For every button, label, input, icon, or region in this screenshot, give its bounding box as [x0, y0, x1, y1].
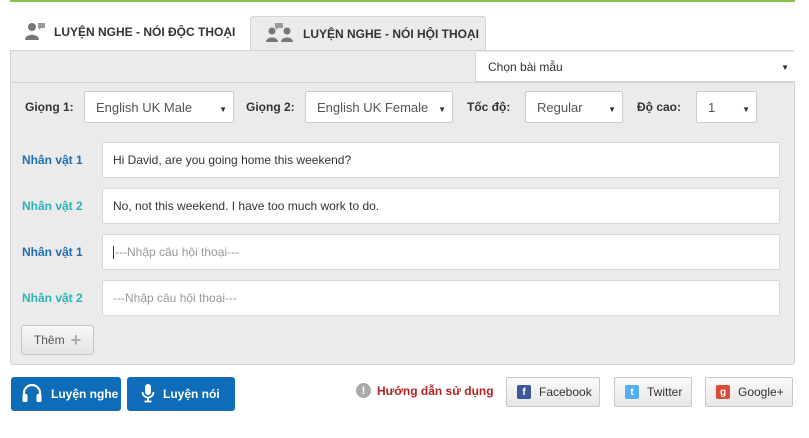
sample-lesson-select[interactable]: Chọn bài mẫu ▼ [475, 52, 795, 82]
voice1-select[interactable]: English UK Male ▼ [84, 91, 234, 123]
info-icon: ! [356, 383, 371, 398]
tab-dialogue-label: LUYỆN NGHE - NÓI HỘI THOẠI [303, 26, 480, 41]
voice2-label: Giọng 2: [246, 100, 295, 114]
dialogue-panel: Chọn bài mẫu ▼ Giọng 1: English UK Male … [10, 50, 795, 365]
dialogue-line-text: No, not this weekend. I have too much wo… [113, 199, 380, 213]
mode-tabs: LUYỆN NGHE - NÓI ĐỘC THOẠI LUYỆN NGHE - … [10, 14, 796, 50]
user-guide-label: Hướng dẫn sử dụng [377, 383, 494, 398]
tab-monologue[interactable]: LUYỆN NGHE - NÓI ĐỘC THOẠI [10, 14, 242, 50]
two-people-talking-icon [265, 22, 295, 45]
dialogue-line-input[interactable]: No, not this weekend. I have too much wo… [102, 188, 780, 224]
chevron-down-icon: ▼ [438, 105, 446, 114]
pitch-select[interactable]: 1 ▼ [696, 91, 757, 123]
voice2-value: English UK Female [317, 99, 429, 115]
add-line-button[interactable]: Thêm + [21, 325, 94, 355]
chevron-down-icon: ▼ [742, 105, 750, 114]
facebook-share-button[interactable]: f Facebook [506, 377, 600, 407]
twitter-label: Twitter [647, 385, 683, 399]
speak-practice-button[interactable]: Luyện nói [127, 377, 235, 411]
speaker-label: Nhân vật 2 [22, 291, 83, 305]
twitter-icon: t [625, 385, 639, 399]
headphones-icon [21, 383, 43, 406]
listen-practice-button[interactable]: Luyện nghe [11, 377, 121, 411]
chevron-down-icon: ▼ [781, 63, 789, 72]
dialogue-line-input[interactable]: ---Nhập câu hội thoại--- [102, 234, 780, 270]
speaker-label: Nhân vật 2 [22, 199, 83, 213]
add-line-label: Thêm [33, 333, 65, 347]
tab-dialogue[interactable]: LUYỆN NGHE - NÓI HỘI THOẠI [250, 16, 486, 50]
top-accent-line [10, 0, 795, 2]
dialogue-line-text: Hi David, are you going home this weeken… [113, 153, 352, 167]
speaker-label: Nhân vật 1 [22, 245, 83, 259]
chevron-down-icon: ▼ [608, 105, 616, 114]
speak-practice-label: Luyện nói [163, 387, 220, 401]
facebook-label: Facebook [539, 385, 592, 399]
google-plus-icon: g [716, 385, 730, 399]
dialogue-line-input[interactable]: ---Nhập câu hội thoại--- [102, 280, 780, 316]
chevron-down-icon: ▼ [219, 105, 227, 114]
pitch-label: Độ cao: [637, 100, 682, 114]
dialogue-line-placeholder: ---Nhập câu hội thoại--- [115, 245, 240, 259]
text-cursor [113, 245, 114, 259]
tab-monologue-label: LUYỆN NGHE - NÓI ĐỘC THOẠI [54, 25, 236, 39]
speed-value: Regular [537, 99, 583, 115]
voice-settings-row: Giọng 1: English UK Male ▼ Giọng 2: Engl… [11, 91, 794, 123]
user-guide-link[interactable]: ! Hướng dẫn sử dụng [356, 383, 494, 398]
plus-icon: + [70, 330, 82, 350]
microphone-icon [141, 383, 155, 406]
sample-lesson-value: Chọn bài mẫu [488, 59, 563, 74]
speed-select[interactable]: Regular ▼ [525, 91, 623, 123]
twitter-share-button[interactable]: t Twitter [614, 377, 692, 407]
speaker-label: Nhân vật 1 [22, 153, 83, 167]
listen-practice-label: Luyện nghe [51, 387, 119, 401]
speed-label: Tốc độ: [467, 100, 511, 114]
google-plus-label: Google+ [738, 385, 784, 399]
facebook-icon: f [517, 385, 531, 399]
single-person-speaking-icon [24, 21, 46, 44]
pitch-value: 1 [708, 99, 716, 115]
google-plus-share-button[interactable]: g Google+ [705, 377, 793, 407]
voice1-label: Giọng 1: [25, 100, 74, 114]
dialogue-line-input[interactable]: Hi David, are you going home this weeken… [102, 142, 780, 178]
dialogue-line-placeholder: ---Nhập câu hội thoại--- [113, 291, 238, 305]
divider [11, 82, 794, 83]
voice1-value: English UK Male [96, 99, 193, 115]
voice2-select[interactable]: English UK Female ▼ [305, 91, 453, 123]
